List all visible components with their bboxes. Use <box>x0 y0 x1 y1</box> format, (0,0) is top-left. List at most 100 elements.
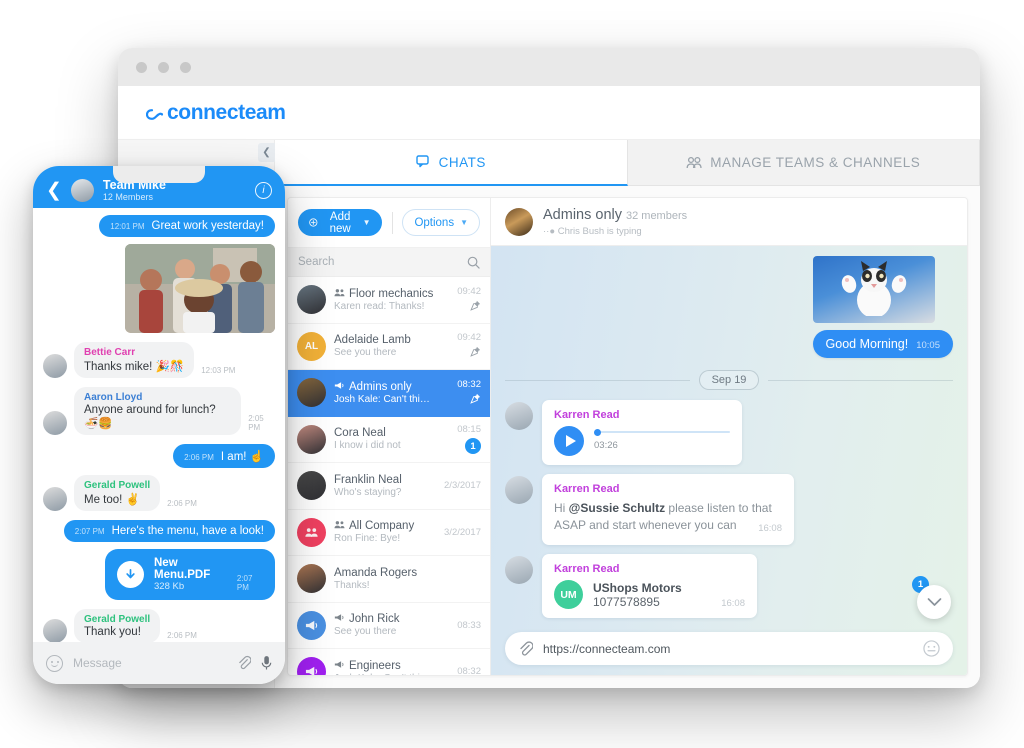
phone-outgoing-bubble: 12:01 PM Great work yesterday! <box>99 215 275 237</box>
chat-item-name: Amanda Rogers <box>334 567 433 579</box>
avatar[interactable] <box>70 178 94 202</box>
chat-item-body: Adelaide Lamb See you there <box>334 334 433 358</box>
app-logo[interactable]: connecteam <box>146 101 286 125</box>
message-sender: Bettie Carr <box>84 347 136 358</box>
chat-list-item[interactable]: Admins onlyJosh Kale: Can't think of any… <box>288 370 490 417</box>
chat-item-time: 09:42 <box>457 332 481 344</box>
window-close-button[interactable] <box>136 61 147 73</box>
chat-search-row[interactable] <box>288 248 490 277</box>
tab-manage-teams-channels[interactable]: MANAGE TEAMS & CHANNELS <box>627 140 980 186</box>
smiley-icon[interactable] <box>46 654 63 672</box>
avatar <box>297 657 326 675</box>
message-row-outgoing: Good Morning! 10:05 <box>505 256 953 358</box>
message-time: 16:08 <box>721 598 745 610</box>
avatar: AL <box>297 331 326 361</box>
file-name: New Menu.PDF <box>154 557 211 581</box>
smiley-icon[interactable] <box>923 640 940 657</box>
search-input[interactable] <box>298 256 467 268</box>
pin-icon[interactable] <box>441 393 481 407</box>
phone-message-outgoing: 2:06 PM I am! ☝️ <box>43 444 275 468</box>
phone-message-incoming: Bettie Carr Thanks mike! 🎉🎊 12:03 PM <box>43 342 275 378</box>
audio-progress-slider[interactable] <box>594 428 730 436</box>
chat-list-item[interactable]: All Company Ron Fine: Bye! 3/2/2017 <box>288 510 490 556</box>
text-message-card: Karren Read Hi @Sussie Schultz please li… <box>542 474 794 546</box>
pin-icon[interactable] <box>441 346 481 360</box>
paperclip-icon[interactable] <box>237 655 251 671</box>
contact-row[interactable]: UM UShops Motors 1077578895 16:08 <box>554 580 745 610</box>
message-group: Good Morning! 10:05 <box>812 256 953 358</box>
message-composer[interactable] <box>505 632 953 665</box>
avatar <box>43 619 67 642</box>
chat-item-body: Floor mechanics Karen read: Thanks! <box>334 288 433 312</box>
slider-handle[interactable] <box>594 428 601 436</box>
phone-incoming-bubble: Bettie Carr Thanks mike! 🎉🎊 <box>74 342 195 378</box>
avatar <box>297 424 326 454</box>
sidebar-collapse-button[interactable]: ❮ <box>258 143 275 162</box>
phone-message-outgoing: 12:01 PM Great work yesterday! <box>43 215 275 237</box>
pin-icon[interactable] <box>441 300 481 314</box>
voice-player[interactable]: 03:26 <box>554 426 730 456</box>
back-icon[interactable]: ❮ <box>46 181 62 200</box>
file-size: 328 Kb <box>154 581 185 592</box>
chat-item-meta: 09:42 <box>441 286 481 314</box>
chat-item-title: Amanda Rogers <box>334 566 418 579</box>
message-time: 10:05 <box>916 340 940 351</box>
voice-progress-column: 03:26 <box>594 428 730 451</box>
message-text: Good Morning! <box>825 337 909 351</box>
microphone-icon[interactable] <box>261 655 272 671</box>
chat-item-title: Cora Neal <box>334 427 386 440</box>
chat-list-item[interactable]: EngineersJosh Kale: Can't think of any 08… <box>288 649 490 675</box>
message-sender: Karren Read <box>554 409 620 421</box>
chat-list-column: Add new ▼ Options ▼ Search Floor mechani… <box>288 198 491 675</box>
phone-message-incoming: Gerald Powell Me too! ✌️ 2:06 PM <box>43 475 275 511</box>
chat-item-time: 08:32 <box>457 666 481 675</box>
phone-message-input[interactable]: Message <box>73 656 227 670</box>
chat-item-time: 08:32 <box>457 378 481 390</box>
chevron-down-icon: ▼ <box>362 218 371 227</box>
phone-photo-message[interactable] <box>125 244 275 333</box>
message-area[interactable]: Good Morning! 10:05 Sep 19 Karren Read 0… <box>491 246 967 675</box>
phone-message-list[interactable]: 12:01 PM Great work yesterday! Bettie Ca… <box>33 208 285 642</box>
chat-shell: Add new ▼ Options ▼ Search Floor mechani… <box>287 197 968 676</box>
paperclip-icon[interactable] <box>518 640 533 657</box>
chat-list[interactable]: Floor mechanics Karen read: Thanks! 09:42 A… <box>288 277 490 675</box>
chat-item-meta: 2/3/2017 <box>441 480 481 491</box>
window-minimize-button[interactable] <box>158 61 169 73</box>
add-new-button[interactable]: Add new ▼ <box>298 209 382 236</box>
message-time: 2:06 PM <box>167 631 197 640</box>
message-text-before: Hi <box>554 501 569 515</box>
scroll-to-bottom-button[interactable] <box>917 585 951 619</box>
info-icon[interactable]: i <box>255 181 272 199</box>
phone-file-message[interactable]: New Menu.PDF 328 Kb 2:07 PM <box>105 549 275 600</box>
chat-list-item[interactable]: Cora Neal I know i did not 08:15 1 <box>288 417 490 463</box>
chat-list-item[interactable]: Floor mechanics Karen read: Thanks! 09:42 <box>288 277 490 324</box>
chat-list-item[interactable]: Franklin Neal Who's staying? 2/3/2017 <box>288 463 490 510</box>
infinity-icon <box>146 108 164 120</box>
message-sender: Gerald Powell <box>84 614 151 625</box>
chat-list-item[interactable]: AL Adelaide Lamb See you there 09:42 <box>288 324 490 370</box>
options-button[interactable]: Options ▼ <box>402 209 480 236</box>
image-message[interactable] <box>812 256 935 323</box>
avatar <box>297 378 326 408</box>
window-maximize-button[interactable] <box>180 61 191 73</box>
message-text: Thanks mike! 🎉🎊 <box>84 361 185 373</box>
avatar <box>43 354 67 378</box>
phone-composer[interactable]: Message <box>33 642 285 684</box>
download-button[interactable] <box>117 561 144 588</box>
add-new-label: Add new <box>329 210 351 235</box>
tab-chats[interactable]: CHATS <box>275 140 628 186</box>
message-sender: Karren Read <box>554 483 620 495</box>
message-input[interactable] <box>543 641 913 656</box>
play-button[interactable] <box>554 426 584 456</box>
chat-item-name: Floor mechanics <box>334 288 433 300</box>
plus-circle-icon <box>309 218 318 227</box>
chat-item-title: Floor mechanics <box>349 287 433 300</box>
avatar <box>297 610 326 640</box>
outgoing-message-bubble: Good Morning! 10:05 <box>812 330 953 358</box>
search-icon[interactable] <box>467 256 480 269</box>
chat-list-item[interactable]: John Rick See you there 08:33 <box>288 603 490 649</box>
chat-list-item[interactable]: Amanda Rogers Thanks! <box>288 556 490 603</box>
chat-item-name: Admins only <box>334 381 433 393</box>
group-icon <box>334 520 345 532</box>
mention[interactable]: @Sussie Schultz <box>569 501 665 515</box>
